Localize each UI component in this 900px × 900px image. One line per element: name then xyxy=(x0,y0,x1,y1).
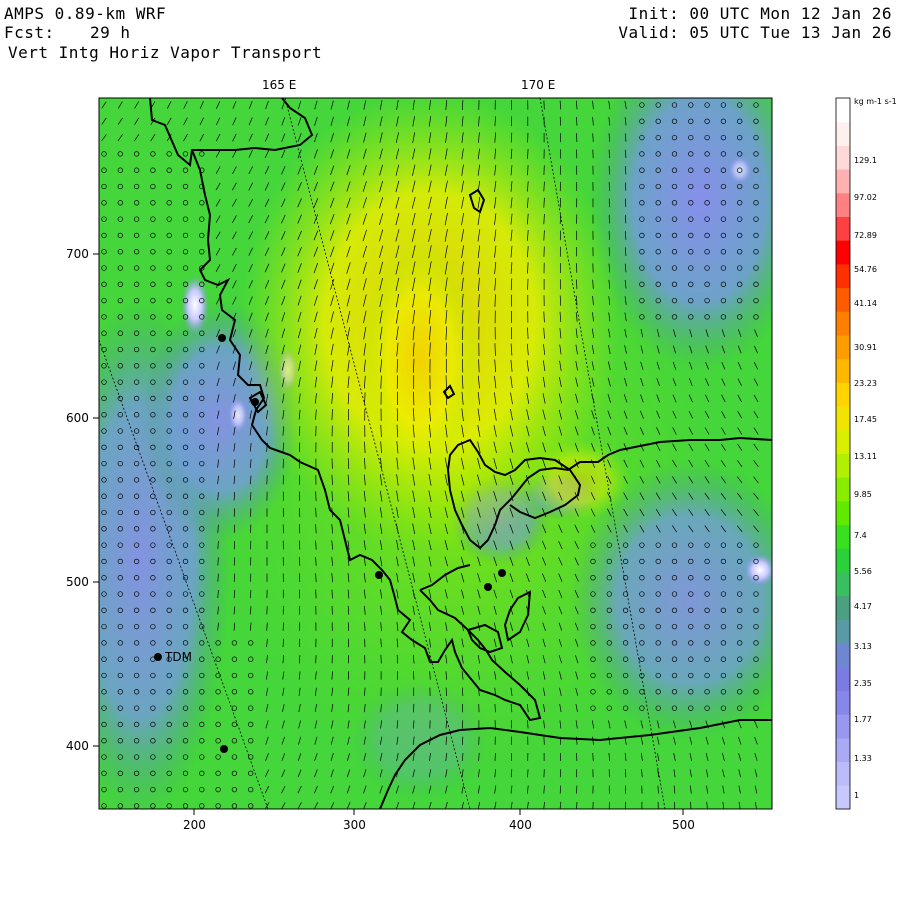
colorbar-level-label: 97.02 xyxy=(854,193,877,202)
colorbar-swatch xyxy=(836,287,850,312)
station-dot-icon xyxy=(498,569,506,577)
station-dot-icon xyxy=(251,398,259,406)
station-dot-icon xyxy=(220,745,228,753)
station-dot-icon xyxy=(484,583,492,591)
colorbar-swatch xyxy=(836,335,850,360)
x-tick-200: 200 xyxy=(183,818,206,832)
y-tick-700: 700 xyxy=(66,247,89,261)
colorbar-swatch xyxy=(836,311,850,336)
colorbar-swatch xyxy=(836,121,850,146)
colorbar-swatch xyxy=(836,714,850,739)
colorbar-level-label: 7.4 xyxy=(854,531,867,540)
colorbar-level-label: 1.77 xyxy=(854,715,872,724)
colorbar-swatch xyxy=(836,477,850,502)
colorbar-units: kg m-1 s-1 xyxy=(854,97,897,106)
colorbar-swatch xyxy=(836,453,850,478)
colorbar-level-label: 13.11 xyxy=(854,452,877,461)
colorbar-level-label: 1.33 xyxy=(854,754,872,763)
colorbar-swatch xyxy=(836,263,850,289)
colorbar xyxy=(835,97,851,810)
colorbar-swatch xyxy=(836,548,850,573)
colorbar-level-label: 3.13 xyxy=(854,642,872,651)
y-tick-500: 500 xyxy=(66,575,89,589)
colorbar-swatch xyxy=(836,524,850,549)
colorbar-swatch xyxy=(836,643,850,668)
station-dot-icon xyxy=(154,653,162,661)
colorbar-level-label: 2.35 xyxy=(854,679,872,688)
colorbar-swatch xyxy=(836,98,850,123)
colorbar-swatch xyxy=(836,240,850,265)
x-tick-300: 300 xyxy=(343,818,366,832)
colorbar-swatch xyxy=(836,216,850,241)
colorbar-swatch xyxy=(836,192,850,217)
colorbar-level-label: 9.85 xyxy=(854,490,872,499)
station-dot-icon xyxy=(218,334,226,342)
colorbar-level-label: 5.56 xyxy=(854,567,872,576)
y-tick-600: 600 xyxy=(66,411,89,425)
colorbar-swatch xyxy=(836,358,850,383)
station-dot-icon xyxy=(375,571,383,579)
lon-label-165: 165 E xyxy=(262,78,297,92)
colorbar-swatch xyxy=(836,145,850,170)
x-tick-400: 400 xyxy=(509,818,532,832)
colorbar-level-label: 41.14 xyxy=(854,299,877,308)
colorbar-swatch xyxy=(836,761,850,786)
colorbar-level-label: 17.45 xyxy=(854,415,877,424)
colorbar-swatch xyxy=(836,500,850,526)
station-label-tdm: TDM xyxy=(165,650,192,664)
ivt-map xyxy=(93,97,851,815)
colorbar-swatch xyxy=(836,737,850,763)
lon-label-170: 170 E xyxy=(521,78,556,92)
colorbar-swatch xyxy=(836,666,850,691)
colorbar-swatch xyxy=(836,429,850,454)
colorbar-swatch xyxy=(836,169,850,194)
colorbar-level-label: 129.1 xyxy=(854,156,877,165)
x-tick-500: 500 xyxy=(672,818,695,832)
colorbar-swatch xyxy=(836,595,850,620)
colorbar-swatch xyxy=(836,785,850,810)
colorbar-level-label: 23.23 xyxy=(854,379,877,388)
colorbar-level-label: 1 xyxy=(854,791,860,800)
colorbar-swatch xyxy=(836,690,850,715)
colorbar-level-label: 72.89 xyxy=(854,231,877,240)
colorbar-swatch xyxy=(836,619,850,644)
colorbar-level-label: 54.76 xyxy=(854,265,877,274)
colorbar-swatch xyxy=(836,406,850,431)
colorbar-swatch xyxy=(836,382,850,407)
colorbar-level-label: 4.17 xyxy=(854,602,872,611)
ivt-field xyxy=(99,98,772,809)
y-tick-400: 400 xyxy=(66,739,89,753)
colorbar-level-label: 30.91 xyxy=(854,343,877,352)
colorbar-swatch xyxy=(836,572,850,597)
